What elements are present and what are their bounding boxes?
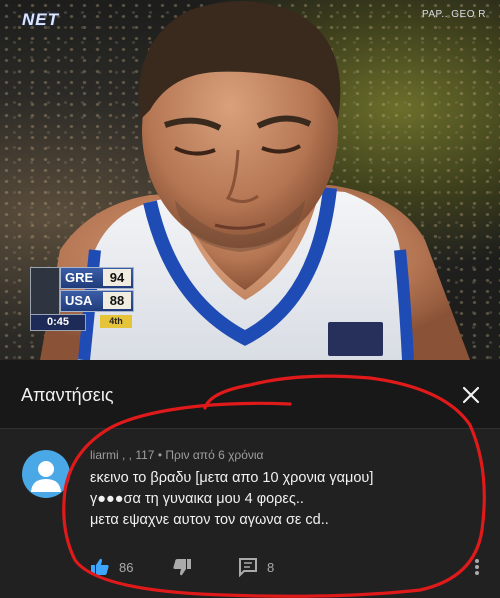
reply-button[interactable]: 8 — [238, 556, 274, 578]
watermark: PAP.. GEO R — [421, 9, 486, 20]
comment-body: εκεινο το βραδυ [μετα απο 10 χρονια γαμο… — [90, 468, 480, 531]
scoreboard-row-team1: GRE 94 — [60, 267, 134, 289]
more-vert-icon — [475, 559, 479, 575]
channel-logo: NET — [22, 10, 59, 29]
default-avatar-icon — [31, 461, 61, 492]
panel-header: Απαντήσεις — [0, 360, 500, 429]
like-button[interactable]: 86 — [90, 556, 133, 578]
team2-score: 88 — [103, 292, 131, 309]
comment-author[interactable]: liarmi , , 117 — [90, 448, 154, 462]
close-icon — [462, 386, 480, 404]
comment-line: μετα εψαχνε αυτον τον αγωνα σε cd.. — [90, 512, 329, 528]
avatar[interactable] — [22, 450, 70, 498]
meta-separator: • — [157, 448, 163, 462]
team1-score: 94 — [103, 269, 131, 286]
comment-icon — [239, 558, 257, 577]
dislike-button[interactable] — [172, 556, 192, 578]
team2-name: USA — [65, 293, 93, 308]
comment-time[interactable]: Πριν από 6 χρόνια — [165, 448, 263, 462]
close-button[interactable] — [458, 382, 484, 408]
thumbs-up-icon — [91, 558, 109, 575]
scoreboard-row-team2: USA 88 — [60, 290, 134, 312]
game-period: 4th — [100, 315, 132, 328]
thumbs-down-icon — [173, 559, 191, 576]
comment-line: εκεινο το βραδυ [μετα απο 10 χρονια γαμο… — [90, 470, 374, 486]
panel-title: Απαντήσεις — [21, 385, 114, 405]
scoreboard: GRE 94 USA 88 0:45 4th — [30, 267, 134, 331]
reply-count: 8 — [267, 559, 275, 575]
team1-name: GRE — [65, 270, 94, 285]
comment-line: γ●●●σα τη γυναικα μου 4 φορες.. — [90, 491, 304, 507]
video-frame[interactable]: NET PAP.. GEO R GRE 94 USA 88 0:45 4th — [0, 0, 500, 360]
comment-meta: liarmi , , 117 • Πριν από 6 χρόνια — [90, 448, 264, 462]
like-count: 86 — [119, 559, 134, 575]
more-options-button[interactable] — [472, 556, 482, 578]
game-clock: 0:45 — [30, 314, 86, 331]
scoreboard-emblem — [30, 267, 60, 315]
